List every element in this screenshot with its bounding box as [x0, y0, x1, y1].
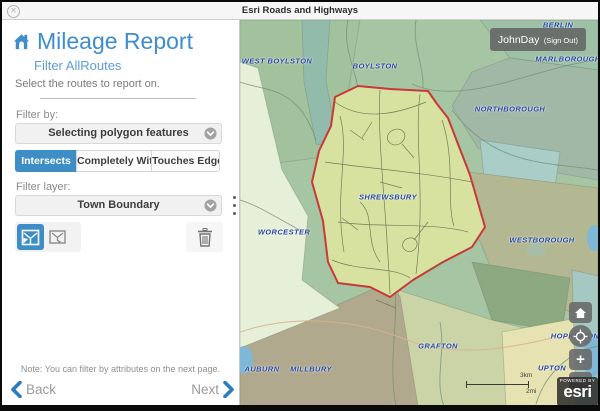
filter-layer-value: Town Boundary [16, 196, 221, 215]
user-name: JohnDay [498, 34, 539, 46]
scale-km-label: 3km [520, 372, 532, 379]
town-label: MILLBURY [290, 365, 332, 374]
sign-out-link[interactable]: (Sign Out) [544, 36, 578, 45]
app-window: ✕ Esri Roads and Highways Mileage Report… [0, 0, 600, 411]
intersects-button[interactable]: Intersects [15, 150, 77, 172]
chevron-left-icon [11, 381, 22, 398]
town-label: SHREWSBURY [359, 193, 417, 202]
scale-bar: 3km 2mi [462, 371, 544, 399]
touches-edge-button[interactable]: Touches Edge [151, 150, 220, 172]
panel-resize-handle[interactable] [233, 196, 236, 215]
next-label: Next [191, 382, 219, 397]
close-icon[interactable]: ✕ [7, 5, 20, 18]
esri-logo: POWERED BY esri [557, 377, 598, 405]
select-polygon-icon [48, 229, 67, 246]
select-polygon-tool-button[interactable] [44, 224, 71, 250]
completely-within-button[interactable]: Completely Within [76, 150, 152, 172]
scale-mi-label: 2mi [526, 388, 536, 395]
chevron-down-icon [204, 199, 217, 212]
town-label: GRAFTON [418, 342, 458, 351]
locate-icon [573, 329, 588, 344]
zoom-in-button[interactable]: + [569, 349, 592, 370]
signed-in-user-button[interactable]: JohnDay (Sign Out) [490, 28, 586, 51]
home-icon [574, 307, 587, 319]
page-title: Mileage Report [37, 28, 193, 55]
esri-brand: esri [557, 383, 598, 400]
app-title: Esri Roads and Highways [242, 5, 358, 16]
map-canvas[interactable]: WEST BOYLSTON BOYLSTON BERLIN MARLBOROUG… [240, 20, 598, 405]
town-label: AUBURN [245, 365, 280, 374]
instruction-text: Select the routes to report on. [15, 78, 160, 90]
filter-by-label: Filter by: [16, 109, 58, 121]
locate-button[interactable] [569, 325, 592, 347]
draw-polygon-tool-button[interactable] [17, 224, 44, 250]
back-button[interactable]: Back [11, 381, 56, 398]
filter-layer-dropdown[interactable]: Town Boundary [15, 195, 222, 216]
home-extent-button[interactable] [569, 302, 592, 323]
town-label: WORCESTER [258, 228, 310, 237]
filter-by-value: Selecting polygon features [16, 124, 221, 143]
top-bar: ✕ Esri Roads and Highways [2, 2, 598, 20]
clear-selection-button[interactable] [186, 222, 223, 252]
chevron-down-icon [204, 127, 217, 140]
town-label: BOYLSTON [353, 62, 398, 71]
filter-by-dropdown[interactable]: Selecting polygon features [15, 123, 222, 144]
draw-polygon-icon [21, 229, 40, 246]
note-text: Note: You can filter by attributes on th… [2, 364, 239, 374]
draw-tool-group [15, 222, 81, 252]
town-label: WEST BOYLSTON [242, 57, 312, 66]
page-subtitle: Filter AllRoutes [34, 58, 121, 73]
filter-layer-label: Filter layer: [16, 181, 70, 193]
town-label: WESTBOROUGH [509, 236, 574, 245]
trash-icon [197, 228, 213, 247]
spatial-filter-segments: Intersects Completely Within Touches Edg… [15, 150, 222, 172]
mileage-report-panel: Mileage Report Filter AllRoutes Select t… [2, 20, 240, 405]
home-icon [10, 30, 33, 53]
next-button[interactable]: Next [191, 381, 234, 398]
back-label: Back [26, 382, 56, 397]
chevron-right-icon [223, 381, 234, 398]
divider [40, 98, 196, 99]
town-label: NORTHBOROUGH [475, 105, 546, 114]
town-label: MARLBOROUGH [535, 55, 598, 64]
